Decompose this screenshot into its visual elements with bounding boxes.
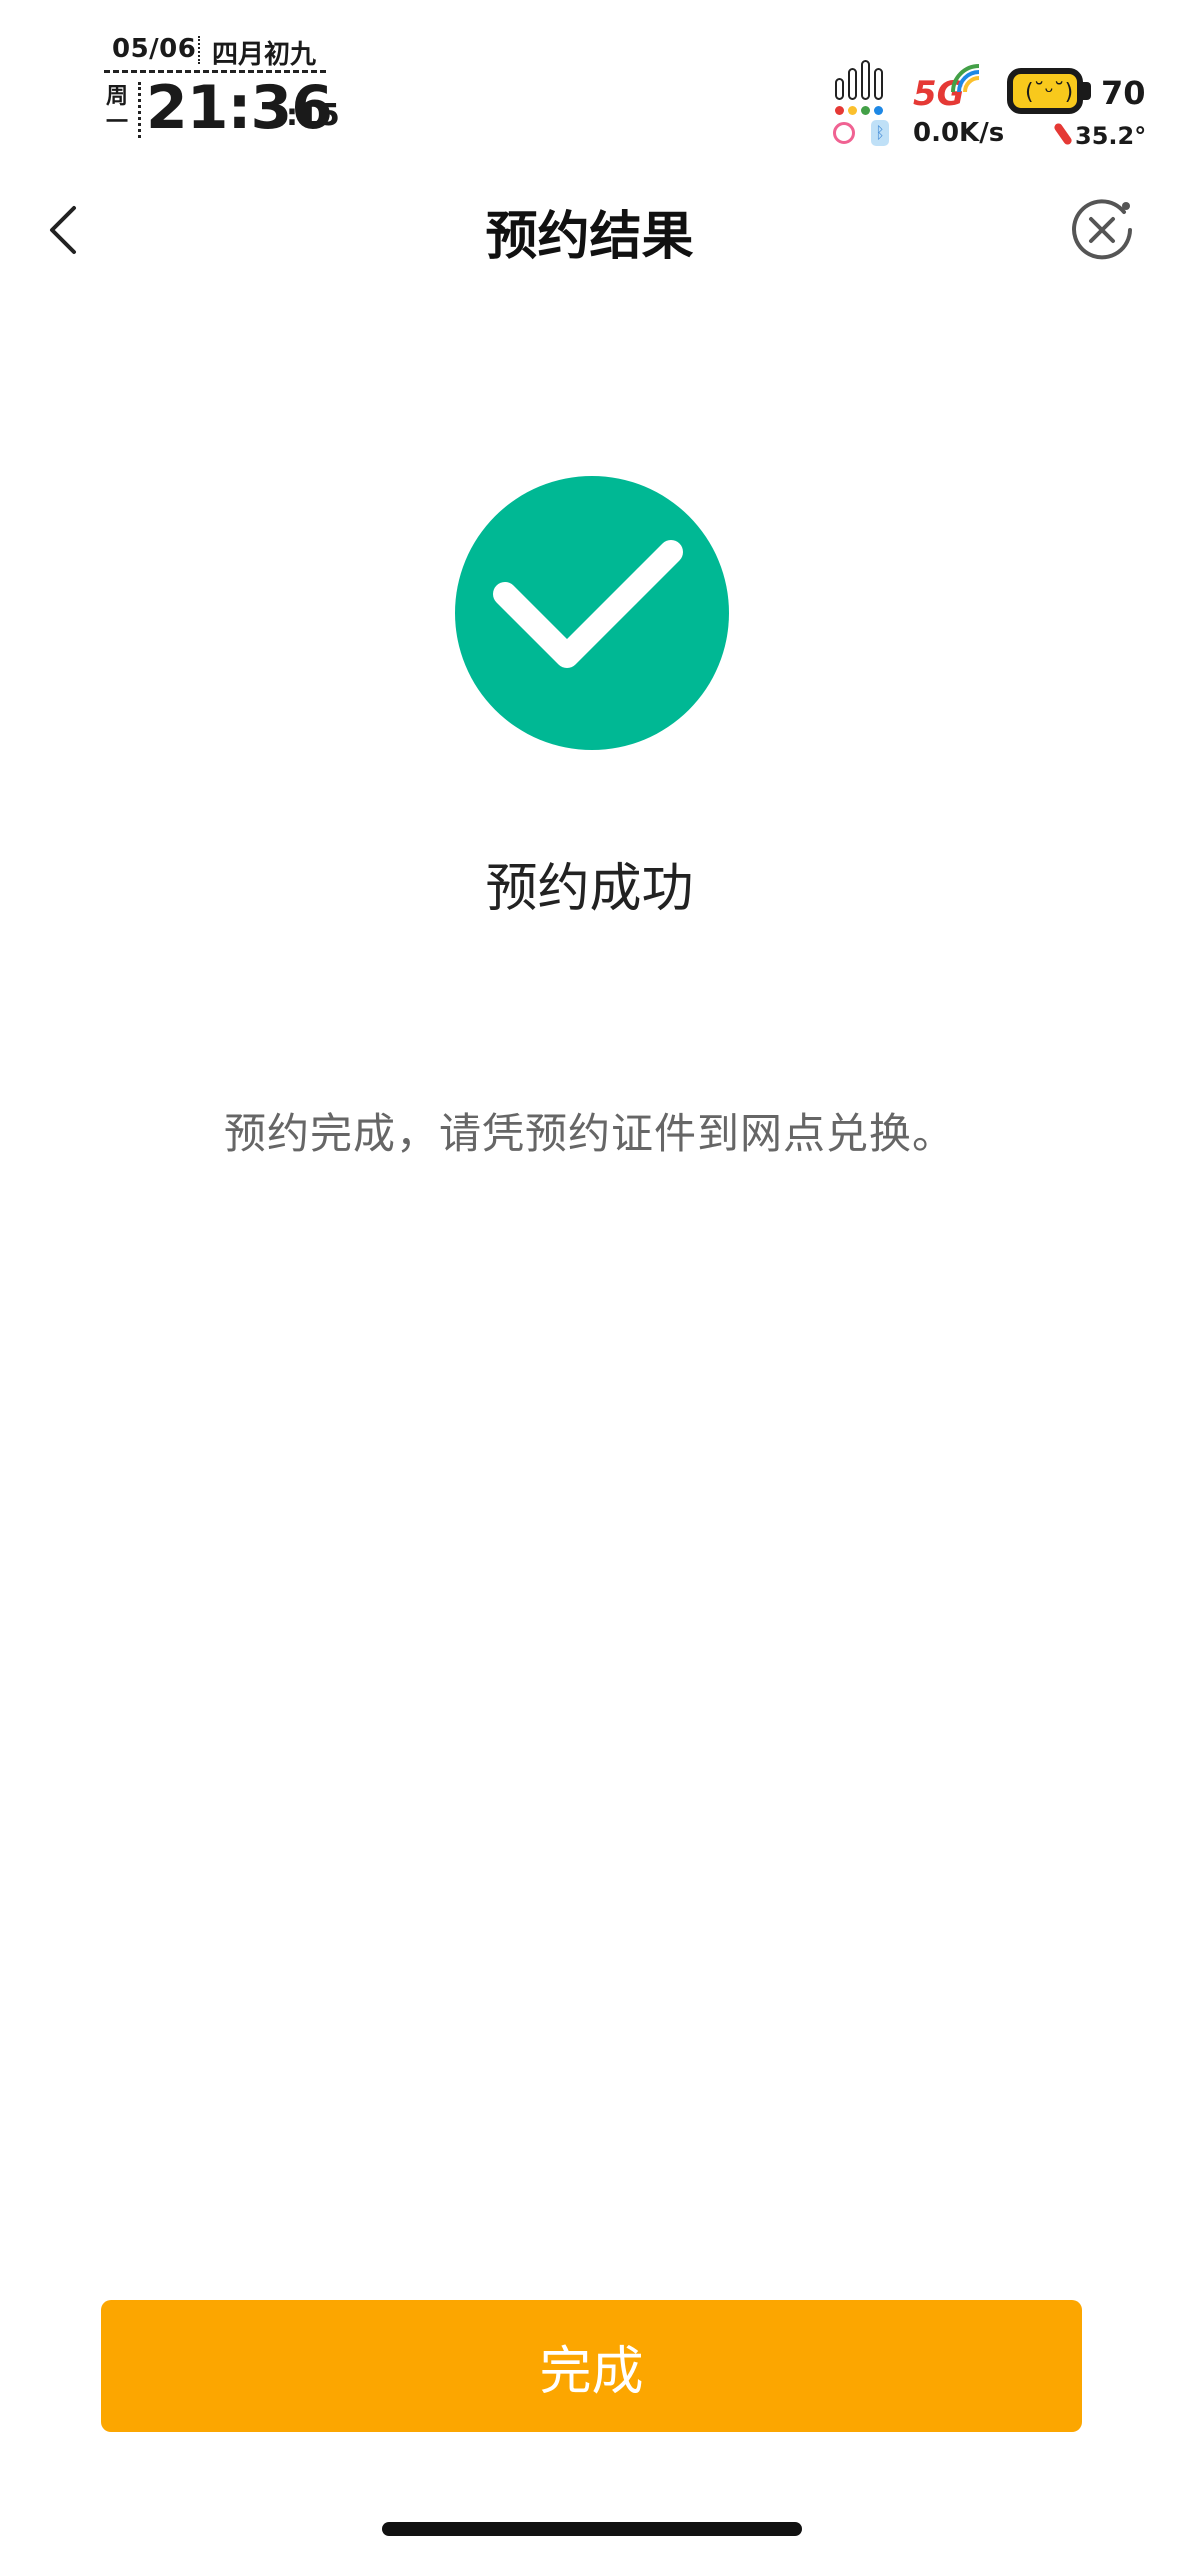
battery-nub [1083, 82, 1091, 100]
thermometer-icon [1052, 121, 1074, 147]
weekday-line-1: 周 [105, 84, 128, 109]
date-separator [198, 36, 200, 64]
nav-bar: 预约结果 [0, 170, 1179, 290]
wifi-wave-icon [951, 64, 980, 93]
close-button[interactable] [1068, 196, 1136, 264]
status-clock-widget: 05/06 四月初九 周 一 21:36 :15 [100, 30, 340, 143]
done-button[interactable]: 完成 [101, 2300, 1082, 2432]
status-seconds: :15 [286, 98, 340, 133]
ring-icon [833, 122, 855, 144]
signal-dots [835, 106, 895, 116]
battery-face: (˘ᵕ˘) [1025, 80, 1074, 105]
status-bar: 05/06 四月初九 周 一 21:36 :15 5G (˘ᵕ˘) 70 ᛒ 0… [0, 0, 1179, 170]
check-icon [493, 540, 683, 668]
home-indicator[interactable] [382, 2522, 802, 2536]
weekday-separator [138, 82, 141, 138]
check-circle-icon [455, 476, 729, 750]
battery-level: 70 [1101, 74, 1146, 112]
weekday-line-2: 一 [105, 110, 128, 135]
close-circle-icon [1072, 199, 1132, 260]
status-date: 05/06 [112, 34, 197, 64]
status-indicators: 5G (˘ᵕ˘) 70 ᛒ 0.0K/s 35.2° [829, 60, 1159, 160]
signal-icon [835, 60, 895, 110]
status-lunar-date: 四月初九 [212, 40, 317, 70]
page-title: 预约结果 [485, 207, 694, 267]
battery-icon: (˘ᵕ˘) [1007, 68, 1083, 114]
bluetooth-icon: ᛒ [871, 120, 889, 146]
result-title: 预约成功 [485, 859, 694, 919]
network-speed: 0.0K/s [913, 118, 1005, 148]
temperature: 35.2° [1075, 122, 1147, 150]
status-weekday: 周 一 [100, 84, 134, 136]
result-description: 预约完成，请凭预约证件到网点兑换。 [223, 1109, 955, 1158]
